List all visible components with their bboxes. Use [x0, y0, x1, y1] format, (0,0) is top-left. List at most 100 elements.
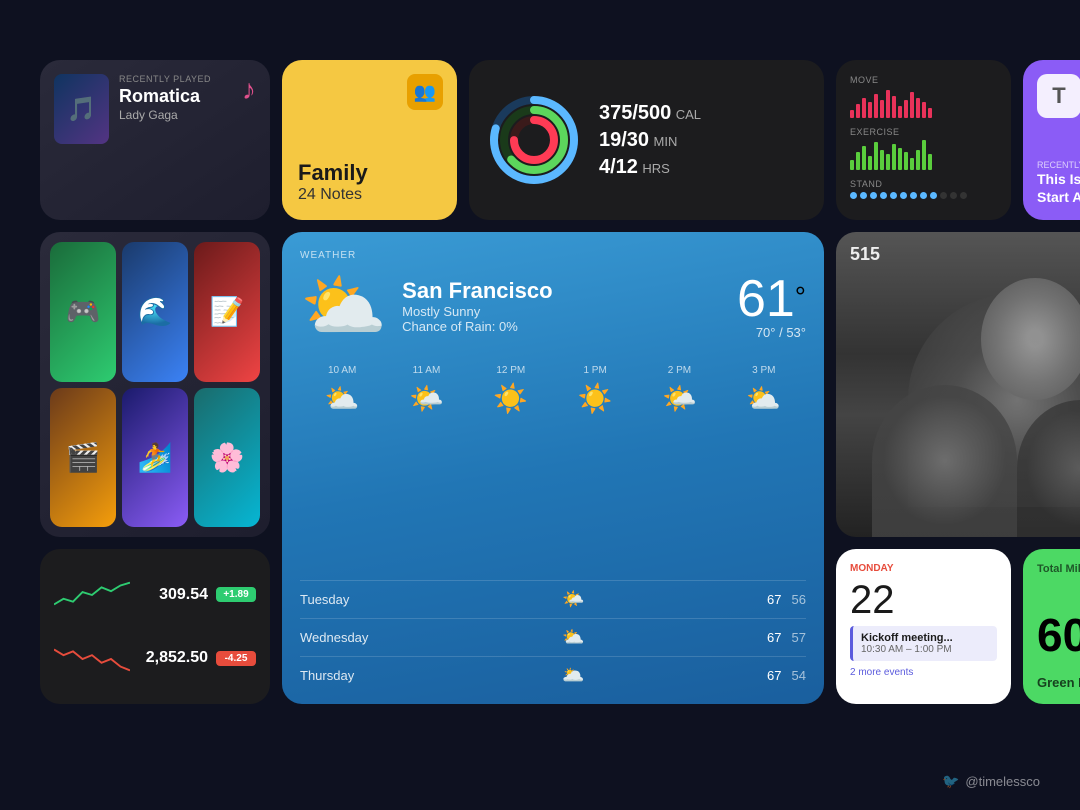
daily-row-thursday: Thursday 🌥️ 6754: [300, 656, 806, 686]
daily-day: Tuesday: [300, 592, 380, 607]
move-item: MOVE: [850, 75, 997, 118]
activity-card: 375/500 CAL 19/30 MIN 4/12 HRS: [469, 60, 824, 220]
app-icon-1[interactable]: 🎮: [50, 242, 116, 382]
stock-chart-2: [54, 641, 130, 676]
app-icon-5[interactable]: 🏄: [122, 388, 188, 528]
podcast-t-icon: T: [1037, 74, 1080, 118]
recently-added-label: RECENTLY ADDED: [1037, 160, 1080, 170]
nike-miles: 602.2: [1037, 612, 1080, 658]
daily-icon: 🌤️: [562, 589, 584, 610]
weather-city: San Francisco: [402, 278, 722, 304]
stock-row-1: 309.54 +1.89: [54, 577, 256, 612]
activity-minutes-unit: MIN: [654, 134, 678, 149]
hourly-item-3pm: 3 PM ⛅: [746, 365, 781, 415]
stock-chart-1: [54, 577, 130, 612]
calendar-day-label: MONDAY: [850, 563, 997, 574]
daily-forecast: Tuesday 🌤️ 6756 Wednesday ⛅ 6757 Thursda…: [300, 580, 806, 686]
album-cover: 🎵: [54, 74, 109, 144]
activity-calories-unit: CAL: [676, 107, 701, 122]
activity-stats: 375/500 CAL 19/30 MIN 4/12 HRS: [599, 102, 701, 179]
podcast-title: This Is Good Time To Start A G...: [1037, 170, 1080, 206]
photo-card: 515: [836, 232, 1080, 537]
hourly-icon: ☀️: [493, 382, 528, 415]
weather-label: WEATHER: [300, 250, 806, 261]
activity-calories: 375/500: [599, 102, 671, 124]
hourly-icon: ⛅: [325, 382, 360, 415]
stock-row-2: 2,852.50 -4.25: [54, 641, 256, 676]
hourly-time: 2 PM: [668, 365, 691, 376]
podcast-info: RECENTLY ADDED This Is Good Time To Star…: [1037, 160, 1080, 206]
weather-sun-cloud-icon: ⛅: [300, 271, 387, 341]
daily-temps: 6756: [767, 592, 806, 607]
app-icon-3[interactable]: 📝: [194, 242, 260, 382]
app-icon-2[interactable]: 🌊: [122, 242, 188, 382]
hourly-item-12pm: 12 PM ☀️: [493, 365, 528, 415]
calendar-card: MONDAY 22 Kickoff meeting... 10:30 AM – …: [836, 549, 1011, 704]
weather-info: San Francisco Mostly Sunny Chance of Rai…: [402, 278, 722, 334]
music-note-icon: ♪: [242, 74, 256, 106]
daily-temps: 6754: [767, 668, 806, 683]
nike-total-label: Total Miles: [1037, 563, 1080, 575]
twitter-icon: 🐦: [942, 773, 959, 790]
app-icon-6[interactable]: 🌸: [194, 388, 260, 528]
hourly-time: 12 PM: [496, 365, 525, 376]
hourly-item-10am: 10 AM ⛅: [325, 365, 360, 415]
move-label: MOVE: [850, 75, 997, 85]
daily-icon: 🌥️: [562, 665, 584, 686]
calendar-event-details: Kickoff meeting... 10:30 AM – 1:00 PM: [861, 632, 953, 655]
recently-played-label: RECENTLY PLAYED: [119, 74, 256, 84]
app-grid-card: 🎮 🌊 📝 🎬 🏄 🌸: [40, 232, 270, 537]
photo-bw-image: [836, 232, 1080, 537]
hourly-forecast: 10 AM ⛅ 11 AM 🌤️ 12 PM ☀️ 1 PM ☀️ 2 PM 🌤…: [300, 365, 806, 415]
hourly-icon: ⛅: [746, 382, 781, 415]
weather-description: Mostly Sunny: [402, 304, 722, 319]
daily-day: Wednesday: [300, 630, 380, 645]
mes-card: MOVE EXERCISE: [836, 60, 1011, 220]
weather-rain: Chance of Rain: 0%: [402, 319, 722, 334]
weather-temperature: 61: [737, 270, 795, 328]
nike-running-card: Total Miles ✔ NRC 602.2 Green Level: [1023, 549, 1080, 704]
hourly-item-1pm: 1 PM ☀️: [578, 365, 613, 415]
stock-price-1: 309.54: [138, 586, 208, 604]
exercise-label: EXERCISE: [850, 127, 997, 137]
daily-icon: ⛅: [562, 627, 584, 648]
app-icon-4[interactable]: 🎬: [50, 388, 116, 528]
stock-change-2: -4.25: [216, 651, 256, 666]
watermark-text: @timelessco: [965, 774, 1040, 789]
nike-header: Total Miles ✔ NRC: [1037, 563, 1080, 595]
music-artist: Lady Gaga: [119, 108, 256, 122]
watermark: 🐦 @timelessco: [942, 773, 1040, 790]
notes-card[interactable]: 👥 Family 24 Notes: [282, 60, 457, 220]
calendar-more-events: 2 more events: [850, 667, 997, 678]
weather-temperature-block: 61° 70° / 53°: [737, 273, 806, 340]
weather-degree: °: [795, 281, 806, 313]
daily-day: Thursday: [300, 668, 380, 683]
stand-item: STAND: [850, 179, 997, 199]
hourly-item-11am: 11 AM 🌤️: [409, 365, 444, 415]
stand-label: STAND: [850, 179, 997, 189]
hourly-icon: ☀️: [578, 382, 613, 415]
hourly-time: 10 AM: [328, 365, 356, 376]
music-card: 🎵 RECENTLY PLAYED Romatica Lady Gaga ♪: [40, 60, 270, 220]
hourly-icon: 🌤️: [409, 382, 444, 415]
hourly-time: 1 PM: [583, 365, 606, 376]
activity-hours: 4/12: [599, 156, 638, 178]
hourly-time: 3 PM: [752, 365, 775, 376]
stand-dots: [850, 192, 997, 199]
podcast-icons-row: T 🎙: [1037, 74, 1080, 118]
weather-main: ⛅ San Francisco Mostly Sunny Chance of R…: [300, 271, 806, 341]
notes-subtitle: 24 Notes: [298, 186, 441, 204]
stock-price-2: 2,852.50: [138, 649, 208, 667]
calendar-event: Kickoff meeting... 10:30 AM – 1:00 PM: [850, 626, 997, 661]
daily-row-tuesday: Tuesday 🌤️ 6756: [300, 580, 806, 610]
stocks-card: 309.54 +1.89 2,852.50 -4.25: [40, 549, 270, 704]
exercise-item: EXERCISE: [850, 127, 997, 170]
music-title: Romatica: [119, 86, 256, 108]
calendar-event-title: Kickoff meeting...: [861, 632, 953, 644]
exercise-bars: [850, 140, 997, 170]
notes-title: Family: [298, 160, 441, 186]
daily-row-wednesday: Wednesday ⛅ 6757: [300, 618, 806, 648]
move-bars: [850, 88, 997, 118]
calendar-event-time: 10:30 AM – 1:00 PM: [861, 644, 953, 655]
nike-level: Green Level: [1037, 675, 1080, 690]
